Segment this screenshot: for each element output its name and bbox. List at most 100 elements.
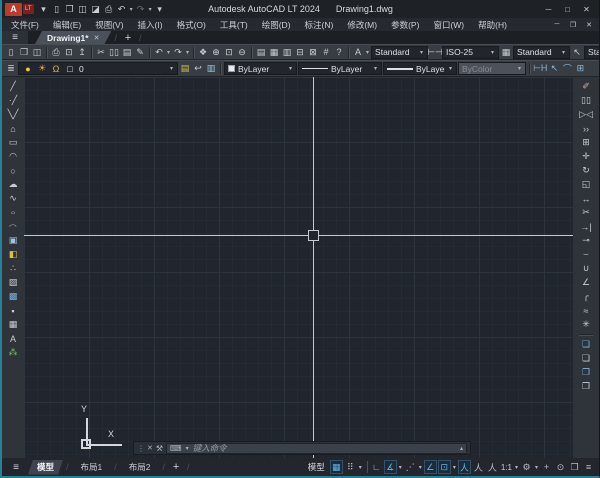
close-button[interactable]: ✕ (577, 2, 596, 16)
annotation-visibility-icon[interactable]: 人 (458, 460, 471, 474)
layout2-tab[interactable]: 布局2 (120, 460, 160, 475)
drawing-canvas[interactable]: Y X ⋮ ✕ ⚒ ⌨ ▾ 键入命令 ▴ (24, 77, 573, 458)
customization-icon[interactable]: ≡ (582, 460, 595, 474)
sheet-set-manager-icon[interactable]: ⊟ (294, 46, 306, 59)
break-at-point-icon[interactable]: ⊸ (578, 234, 594, 247)
plot-preview-icon[interactable]: ⊡ (63, 46, 75, 59)
layer-properties-manager-icon[interactable]: ≣ (5, 62, 17, 75)
status-plus-icon[interactable]: + (540, 460, 553, 474)
add-selected-icon[interactable]: ⁂ (5, 346, 21, 359)
region-icon[interactable]: ▪ (5, 304, 21, 317)
revision-cloud-icon[interactable]: ☁ (5, 178, 21, 191)
command-history-up-icon[interactable]: ▴ (460, 445, 463, 452)
doc-close-button[interactable]: ✕ (581, 19, 597, 30)
gradient-icon[interactable]: ▩ (5, 290, 21, 303)
spline-icon[interactable]: ∿ (5, 192, 21, 205)
layout-tab-menu-icon[interactable]: ≡ (6, 460, 26, 474)
blend-curves-icon[interactable]: ≈ (578, 304, 594, 317)
match-properties-icon[interactable]: ✎ (134, 46, 146, 59)
send-under-objects-icon[interactable]: ❐ (578, 380, 594, 393)
open-file-icon[interactable]: ❒ (64, 3, 76, 16)
rotate-icon[interactable]: ↻ (578, 164, 594, 177)
dropdown-caret-icon[interactable]: ▾ (366, 49, 369, 56)
create-block-icon[interactable]: ◧ (5, 248, 21, 261)
app-menu-caret-icon[interactable]: ▾ (38, 3, 50, 16)
table-icon[interactable]: ▦ (5, 318, 21, 331)
scale-icon[interactable]: ◱ (578, 178, 594, 191)
insert-block-icon[interactable]: ▣ (5, 234, 21, 247)
menu-item[interactable]: 窗口(W) (426, 19, 471, 31)
plot-icon[interactable]: ⎙ (103, 3, 115, 16)
layer-previous-icon[interactable]: ↩ (192, 62, 204, 75)
color-combo[interactable]: ByLayer ▾ (224, 62, 297, 75)
polar-tracking-icon[interactable]: ∡ (384, 460, 397, 474)
dropdown-caret-icon[interactable]: ▾ (186, 445, 189, 452)
construction-line-icon[interactable]: ·╱ (5, 94, 21, 107)
command-line-drag-handle[interactable]: ⋮ (137, 444, 144, 453)
join-icon[interactable]: ∪ (578, 262, 594, 275)
arc-icon[interactable]: ◠ (5, 150, 21, 163)
pan-icon[interactable]: ❖ (197, 46, 209, 59)
tool-palettes-icon[interactable]: ▥ (281, 46, 293, 59)
menu-item[interactable]: 帮助(H) (471, 19, 514, 31)
grid-display-icon[interactable]: ▦ (330, 460, 343, 474)
menu-item[interactable]: 绘图(D) (255, 19, 298, 31)
open-file-icon[interactable]: ❒ (18, 46, 30, 59)
save-icon[interactable]: ◫ (31, 46, 43, 59)
text-style-combo[interactable]: Standard ▾ (371, 46, 428, 59)
circle-icon[interactable]: ○ (5, 164, 21, 177)
new-layout-button[interactable]: + (168, 461, 184, 473)
mirror-icon[interactable]: ▷◁ (578, 108, 594, 121)
menu-item[interactable]: 参数(P) (384, 19, 426, 31)
doc-restore-button[interactable]: ❐ (565, 19, 581, 30)
fillet-icon[interactable]: ╭ (578, 290, 594, 303)
dropdown-caret-icon[interactable]: ▾ (359, 464, 362, 471)
make-object-layer-current-icon[interactable]: ▤ (179, 62, 191, 75)
dropdown-caret-icon[interactable]: ▾ (535, 464, 538, 471)
undo-icon[interactable]: ↶ (116, 3, 128, 16)
clean-screen-icon[interactable]: ❒ (568, 460, 581, 474)
minimize-button[interactable]: ─ (539, 2, 558, 16)
line-icon[interactable]: ╱ (5, 80, 21, 93)
zoom-previous-icon[interactable]: ⊖ (236, 46, 248, 59)
paste-icon[interactable]: ▤ (121, 46, 133, 59)
command-line-close-icon[interactable]: ✕ (147, 444, 153, 452)
menu-item[interactable]: 插入(I) (131, 19, 170, 31)
dropdown-caret-icon[interactable]: ▾ (149, 6, 152, 13)
dropdown-caret-icon[interactable]: ▾ (419, 464, 422, 471)
cut-icon[interactable]: ✂ (95, 46, 107, 59)
dim-style-combo[interactable]: ISO-25 ▾ (442, 46, 499, 59)
undo-icon[interactable]: ↶ (153, 46, 165, 59)
doc-minimize-button[interactable]: ─ (549, 19, 565, 30)
save-icon[interactable]: ◫ (77, 3, 89, 16)
dropdown-caret-icon[interactable]: ▾ (167, 49, 170, 56)
trim-icon[interactable]: ✂ (578, 206, 594, 219)
new-tab-button[interactable]: + (120, 31, 136, 44)
command-prompt-icon[interactable]: ⌨ (170, 444, 182, 453)
dim-style-icon[interactable]: ⊢⊣ (429, 46, 441, 59)
layer-states-icon[interactable]: ▥ (205, 62, 217, 75)
linetype-combo[interactable]: ByLayer ▾ (298, 62, 382, 75)
lineweight-combo[interactable]: ByLayer ▾ (383, 62, 457, 75)
help-icon[interactable]: ? (333, 46, 345, 59)
object-snap-icon[interactable]: ⊡ (438, 460, 451, 474)
chamfer-icon[interactable]: ∠ (578, 276, 594, 289)
menu-item[interactable]: 修改(M) (340, 19, 384, 31)
mleader-style-icon[interactable]: ↖ (571, 46, 583, 59)
mleader-style-combo[interactable]: Standard (584, 46, 599, 59)
redo-icon[interactable]: ↷ (135, 3, 147, 16)
copy-clip-icon[interactable]: ▯▯ (108, 46, 120, 59)
extend-icon[interactable]: →| (578, 220, 594, 233)
dropdown-caret-icon[interactable]: ▾ (186, 49, 189, 56)
dropdown-caret-icon[interactable]: ▾ (453, 464, 456, 471)
properties-icon[interactable]: ▤ (255, 46, 267, 59)
multileader-icon[interactable]: ↖ (548, 62, 560, 75)
linear-dimension-icon[interactable]: ⊢H (533, 62, 547, 75)
publish-icon[interactable]: ↥ (76, 46, 88, 59)
object-snap-tracking-icon[interactable]: ∠ (424, 460, 437, 474)
menu-item[interactable]: 工具(T) (213, 19, 255, 31)
erase-icon[interactable]: ✐ (578, 80, 594, 93)
mtext-icon[interactable]: A (5, 332, 21, 345)
dropdown-caret-icon[interactable]: ▾ (515, 464, 518, 471)
menu-item[interactable]: 标注(N) (298, 19, 341, 31)
